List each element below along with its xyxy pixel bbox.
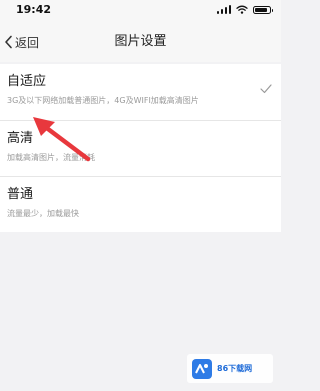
watermark-text: 86下载网: [217, 364, 253, 373]
status-icons: [216, 5, 273, 14]
option-description: 流量最少，加载最快: [7, 209, 79, 218]
status-time: 19:42: [16, 3, 52, 16]
wifi-icon: [236, 5, 248, 14]
site-watermark: 86下载网: [187, 354, 273, 383]
option-description: 加载高清图片，流量消耗: [7, 153, 95, 162]
option-title: 普通: [7, 187, 34, 202]
option-adaptive[interactable]: 自适应 3G及以下网络加载普通图片，4G及WIFI加载高清图片: [0, 64, 281, 120]
option-title: 自适应: [7, 74, 47, 89]
cellular-signal-icon: [216, 5, 231, 14]
option-description: 3G及以下网络加载普通图片，4G及WIFI加载高清图片: [7, 96, 199, 105]
option-hd[interactable]: 高清 加载高清图片，流量消耗: [0, 120, 281, 176]
option-normal[interactable]: 普通 流量最少，加载最快: [0, 176, 281, 232]
page-title: 图片设置: [114, 34, 167, 49]
status-bar: 19:42: [0, 0, 281, 22]
nav-bar: 返回 图片设置: [0, 22, 281, 62]
image-quality-options: 自适应 3G及以下网络加载普通图片，4G及WIFI加载高清图片 高清 加载高清图…: [0, 64, 281, 232]
checkmark-icon: [260, 84, 272, 94]
86-logo-icon: [192, 358, 212, 379]
battery-icon: [253, 5, 273, 14]
option-title: 高清: [7, 131, 34, 146]
